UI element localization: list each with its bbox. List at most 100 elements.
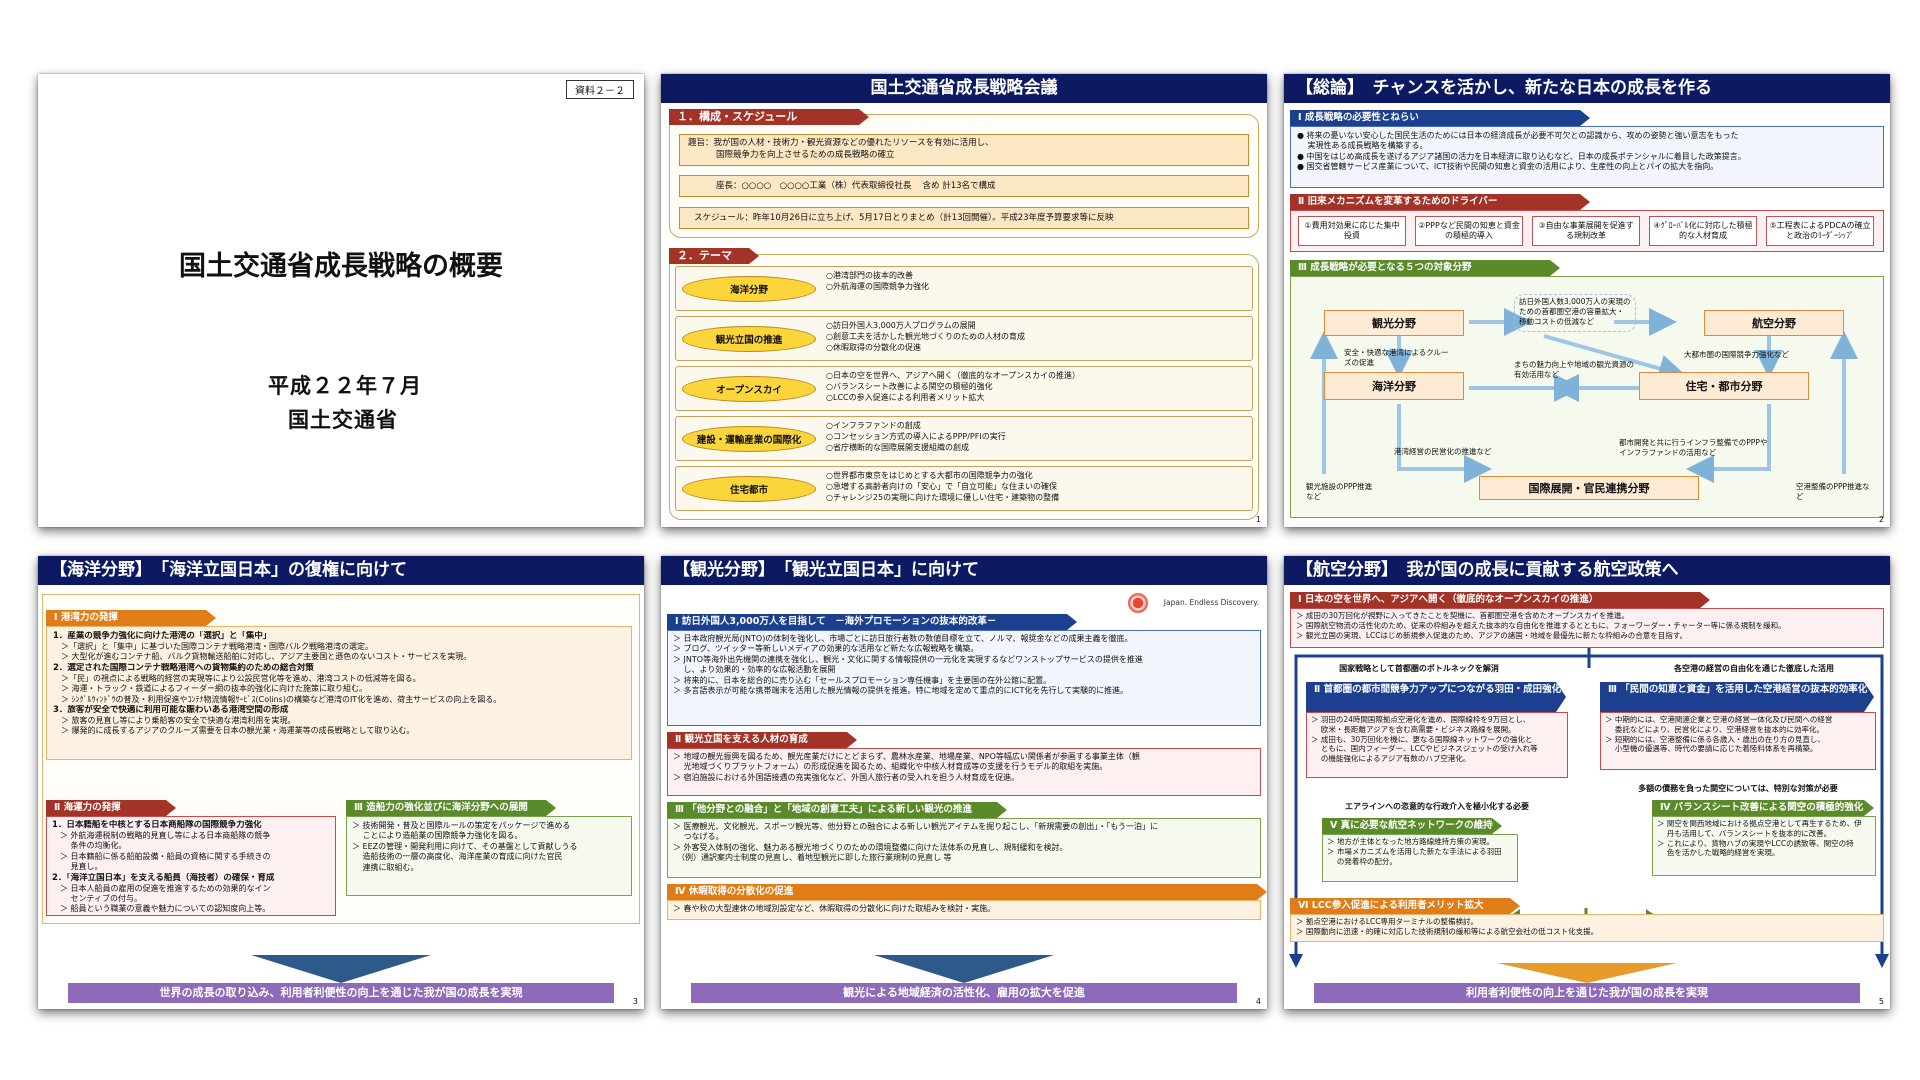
label-airline-intervention: エアラインへの恣意的な行政介入を極小化する必要 xyxy=(1345,802,1529,812)
down-arrow xyxy=(874,955,1054,983)
field-intl-ppp: 国際展開・官民連携分野 xyxy=(1479,476,1699,500)
network-body: ＞ 地方が主体となった地方路線維持方策の実現。＞ 市場メカニズムを活用した新たな… xyxy=(1322,834,1518,882)
body-line: ＞ EEZの管理・開発利用に向けて、その基盤として貢献しうる xyxy=(352,841,578,851)
theme-name-oval: 観光立国の推進 xyxy=(682,326,816,352)
slide-2-strategy-meeting[interactable]: 国土交通省成長戦略会議 １．構成・スケジュール 趣旨：我が国の人材・技術力・観光… xyxy=(661,74,1267,527)
logo-text: Japan. Endless Discovery. xyxy=(1163,598,1259,607)
slide-title: 【海洋分野】 「海洋立国日本」の復権に向けて xyxy=(38,556,644,585)
airport-mgmt-header: Ⅲ 「民間の知恵と資金」を活用した空港経営の抜本的効率化 xyxy=(1600,682,1874,712)
body-line: ＞ 市場メカニズムを活用した新たな手法による羽田 xyxy=(1327,846,1502,856)
theme-item: ○省庁横断的な国際展開支援組織の創成 xyxy=(826,442,969,452)
note-attractions: まちの魅力向上や地域の観光資源の有効活用など xyxy=(1514,360,1634,379)
body-line: ＞ 船員という職業の意義や魅力についての認知度向上等。 xyxy=(52,904,271,914)
body-line: 条件の均衡化。 xyxy=(52,841,127,851)
lcc-header: Ⅵ LCC参入促進による利用者メリット拡大 xyxy=(1290,898,1520,914)
schedule-box: スケジュール：昨年10月26日に立ち上げ、5月17日とりまとめ（計13回開催）。… xyxy=(679,207,1249,229)
goal-banner: 観光による地域経済の活性化、雇用の拡大を促進 xyxy=(691,983,1237,1003)
label-bottleneck: 国家戦略として首都圏のボトルネックを解消 xyxy=(1304,662,1534,676)
body-line: ＞ 多言語表示が可能な携帯端末を活用した観光情報の提供を推進。特に地域を定めて重… xyxy=(673,685,1129,695)
body-line: ＞ 中期的には、空港関連企業と空港の経営一体化及び民間への経営 xyxy=(1605,715,1833,724)
body-line: 委託などにより、民営化により、空港経営を抜本的に効率化。 xyxy=(1605,724,1824,734)
body-line: 丹も活用して、バランスシートを抜本的に改善。 xyxy=(1657,828,1832,838)
body-line: センティブの付与。 xyxy=(52,894,143,904)
body-line: ＞ 外客受入体制の強化、魅力ある観光地づくりのための環境整備に向けた法体系の見直… xyxy=(673,842,1068,852)
theme-items: ○インフラファンドの創成 ○コンセッション方式の導入によるPPP/PFIの実行 ○省… xyxy=(826,421,1246,453)
body-line: 欧米・長距離アジアを含む高需要・ビジネス路線を展開。 xyxy=(1311,724,1516,734)
body-line: ＞ 宿泊施設における外国語接遇の充実強化など、外国人旅行者の受入れを担う人材育成… xyxy=(673,772,1020,782)
body-line: 小型機の優遇等、時代の要請に応じた着陸料体系を再構築。 xyxy=(1605,744,1818,754)
slide-1-cover[interactable]: 資料２－２ 国土交通省成長戦略の概要 平成２２年７月 国土交通省 xyxy=(38,74,644,527)
haneda-narita-body: ＞ 羽田の24時間国際拠点空港化を進め、国際線枠を9万回とし、 欧米・長距離アジ… xyxy=(1306,712,1568,778)
theme-items: ○港湾部門の抜本的改善 ○外航海運の国際競争力強化 xyxy=(826,271,1246,293)
body-line: ＞ 短期的には、空港整備に係る各歳入・歳出の在り方の見直し、 xyxy=(1605,734,1825,744)
chair-box: 座長：○○○○ ○○○○工業（株）代表取締役社長 含め 計13名で構成 xyxy=(679,175,1249,197)
down-arrow xyxy=(1497,963,1677,983)
purpose-box: 趣旨：我が国の人材・技術力・観光資源などの優れたリソースを有効に活用し、 国際競… xyxy=(679,134,1249,166)
body-line: ＞ 技術開発・普及と国際ルールの策定をパッケージで進める xyxy=(352,821,571,830)
haneda-narita-header: Ⅱ 首都圏の都市間競争力アップにつながる羽田・成田強化 xyxy=(1306,682,1566,712)
theme-name-oval: 住宅都市 xyxy=(682,476,816,502)
body-line: 光地域づくりプラットフォーム）の形成促進を図るため、組織化や中核人材育成等の支援… xyxy=(673,762,1108,772)
japan-logo-icon xyxy=(1124,593,1152,613)
note-port-privatization: 港湾経営の民営化の推進など xyxy=(1394,447,1492,456)
kansai-body: ＞ 関空を関西地域における拠点空港として再生するため、伊 丹も活用して、バランス… xyxy=(1652,816,1876,876)
body-line: 連携に取組む。 xyxy=(352,862,419,872)
slide-5-tourism[interactable]: 【観光分野】 「観光立国日本」に向けて Japan. Endless Disco… xyxy=(661,556,1267,1009)
theme-item: ○急増する高齢者向けの「安心」で「自立可能」な住まいの確保 xyxy=(826,481,1057,491)
theme-items: ○世界都市東京をはじめとする大都市の国際競争力の強化 ○急増する高齢者向けの「安心… xyxy=(826,471,1246,503)
theme-name-oval: オープンスカイ xyxy=(682,376,816,402)
slide-title: 国土交通省成長戦略会議 xyxy=(661,74,1267,103)
theme-item: ○世界都市東京をはじめとする大都市の国際競争力の強化 xyxy=(826,471,1033,480)
body-line: （例）通訳案内士制度の見直し、着地型観光に即した旅行業規制の見直し 等 xyxy=(673,853,952,863)
page-number: 3 xyxy=(632,997,638,1006)
theme-item: ○コンセッション方式の導入によるPPP/PFIの実行 xyxy=(826,431,1006,441)
body-line: 見直し。 xyxy=(52,862,103,872)
cover-title: 国土交通省成長戦略の概要 xyxy=(179,251,503,282)
section1-header: １．構成・スケジュール xyxy=(669,109,869,125)
body-line: ＞ 日本政府観光局(JNTO)の体制を強化し、市場ごとに訪日旅行者数の数値目標を… xyxy=(673,634,1133,643)
slide-4-ocean[interactable]: 【海洋分野】 「海洋立国日本」の復権に向けて Ⅰ 港湾力の発揮 1．産業の競争力… xyxy=(38,556,644,1009)
theme-item: ○日本の空を世界へ、アジアへ開く（徹底的なオープンスカイの推進） xyxy=(826,371,1081,380)
body-line: つなげる。 xyxy=(673,832,724,842)
body-line: ＞ 日本籍船に係る船舶設備・船員の資格に関する手続きの xyxy=(52,851,271,861)
cover-org: 国土交通省 xyxy=(288,408,398,432)
body-line: ＞ ブログ、ツイッター等新しいメディアの効果的な活用など新たな広報戦略を構築。 xyxy=(673,644,979,654)
theme-row: 建設・運輸産業の国際化 ○インフラファンドの創成 ○コンセッション方式の導入によるP… xyxy=(675,416,1253,461)
theme-row: 観光立国の推進 ○訪日外国人3,000万人プログラムの展開 ○創意工夫を活かした観光… xyxy=(675,316,1253,361)
note-visitors: 訪日外国人数3,000万人の実現のための首都圏空港の容量拡大・移動コストの低減な… xyxy=(1514,294,1636,332)
body-line: ＞ 関空を関西地域における拠点空港として再生するため、伊 xyxy=(1657,819,1862,828)
visitors-header: Ⅰ 訪日外国人3,000万人を目指して －海外プロモーションの抜本的改革－ xyxy=(667,614,1077,630)
body-line: ＞ 成田も、30万回化を機に、更なる国際線ネットワークの強化と xyxy=(1311,734,1533,744)
body-line: ＞ 拠点空港におけるLCC専用ターミナルの整備検討。 xyxy=(1296,917,1479,926)
vacation-header: Ⅳ 休暇取得の分散化の促進 xyxy=(667,884,1267,900)
slide-3-overview[interactable]: 【総論】 チャンスを活かし、新たな日本の成長を作る Ⅰ 成長戦略の必要性とねらい… xyxy=(1284,74,1890,527)
theme-item: ○外航海運の国際競争力強化 xyxy=(826,281,929,291)
talent-header: Ⅱ 観光立国を支える人材の育成 xyxy=(667,732,857,748)
section2-header: ２．テーマ xyxy=(669,248,759,264)
note-tourism-ppp: 観光施設のPPP推進など xyxy=(1306,482,1373,501)
body-line: ＞ 大型化が進むコンテナ船、バルク貨物輸送船舶に対応し、アジア主要国と遜色のない… xyxy=(53,652,472,662)
shipping-body: 1．日本籍船を中核とする日本商船隊の国際競争力強化 ＞ 外航海運税制の戦略的見直… xyxy=(46,816,336,916)
document-tag: 資料２－２ xyxy=(566,80,634,99)
body-line: 1．日本籍船を中核とする日本商船隊の国際競争力強化 xyxy=(52,820,262,830)
body-line: 1．産業の競争力強化に向けた港湾の「選択」と「集中」 xyxy=(53,631,272,641)
slide-6-aviation[interactable]: 【航空分野】 我が国の成長に貢献する航空政策へ Ⅰ 日本の空を世界へ、アジアへ開… xyxy=(1284,556,1890,1009)
theme-item: ○休暇取得の分散化の促進 xyxy=(826,342,921,352)
talent-body: ＞ 地域の観光振興を図るため、観光産業だけにとどまらず、農林水産業、地場産業、N… xyxy=(667,748,1261,796)
theme-name-oval: 海洋分野 xyxy=(682,276,816,302)
label-liberalization: 各空港の経営の自由化を通じた徹底した活用 xyxy=(1634,662,1874,676)
shipbuilding-header: Ⅲ 造船力の強化並びに海洋分野への展開 xyxy=(346,800,556,816)
body-line: ＞ これにより、貨物ハブの実現やLCCの誘致等、関空の特 xyxy=(1657,838,1854,848)
body-line: ＞ 将来的に、日本を総合的に売り込む「セールスプロモーション専任機事」を主要国の… xyxy=(673,675,1052,685)
kansai-header: Ⅳ バランスシート改善による関空の積極的強化 xyxy=(1652,800,1874,816)
body-line: ＞ 地方が主体となった地方路線維持方策の実現。 xyxy=(1327,837,1495,846)
page-number: 1 xyxy=(1255,515,1261,524)
fusion-header: Ⅲ 「他分野との融合」と「地域の創意工夫」による新しい観光の推進 xyxy=(667,802,1007,818)
page-number: 5 xyxy=(1878,997,1884,1006)
port-header: Ⅰ 港湾力の発揮 xyxy=(46,610,216,626)
body-line: ことにより造船業の国際競争力強化を図る。 xyxy=(352,831,523,841)
note-airport-ppp: 空港整備のPPP推進など xyxy=(1796,482,1870,501)
body-line: ＞ 地域の観光振興を図るため、観光産業だけにとどまらず、農林水産業、地場産業、N… xyxy=(673,752,1140,761)
shipbuilding-body: ＞ 技術開発・普及と国際ルールの策定をパッケージで進める ことにより造船業の国際… xyxy=(346,816,632,896)
field-tourism: 観光分野 xyxy=(1324,310,1464,336)
